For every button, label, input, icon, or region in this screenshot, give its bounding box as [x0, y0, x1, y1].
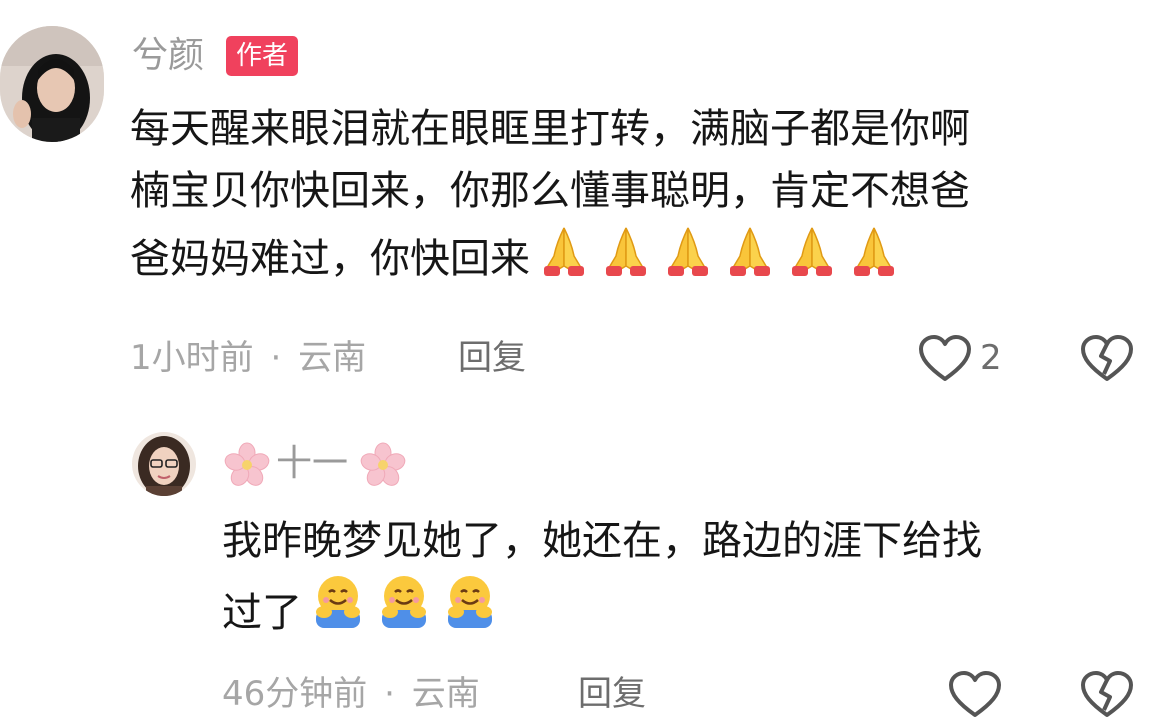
comment-text-line: 每天醒来眼泪就在眼眶里打转，满脑子都是你啊: [130, 106, 970, 152]
meta-separator: ·: [384, 674, 395, 714]
folded-hands-icon: [784, 222, 840, 296]
reply-reply-button[interactable]: 回复: [578, 672, 646, 716]
reply-text-line: 过了: [222, 572, 1142, 650]
reply-button[interactable]: 回复: [458, 336, 526, 380]
hugging-face-icon: [308, 572, 368, 650]
author-name[interactable]: 兮颜: [132, 32, 204, 80]
author-avatar[interactable]: [0, 26, 104, 142]
dislike-button[interactable]: [1080, 334, 1134, 388]
heart-outline-icon: [919, 335, 971, 381]
like-count: 2: [980, 338, 1002, 378]
comment-text-line: 楠宝贝你快回来，你那么懂事聪明，肯定不想爸: [130, 168, 970, 214]
hugging-face-icon: [440, 572, 500, 650]
comment-location: 云南: [298, 338, 367, 378]
reply-text: 我昨晚梦见她了，她还在，路边的涯下给找 过了: [222, 510, 1142, 650]
reply-meta: 46分钟前 · 云南: [222, 672, 480, 716]
reply-location: 云南: [411, 674, 480, 714]
reply-dislike-button[interactable]: [1080, 670, 1134, 724]
author-badge: 作者: [226, 36, 299, 76]
comment-meta: 1小时前 · 云南: [130, 336, 366, 380]
broken-heart-icon: [1081, 335, 1133, 381]
meta-separator: ·: [270, 338, 282, 378]
folded-hands-icon: [722, 222, 778, 296]
broken-heart-icon: [1081, 671, 1133, 717]
cherry-blossom-icon: [360, 442, 406, 486]
reply-author-avatar[interactable]: [132, 432, 196, 496]
hugging-face-icon: [374, 572, 434, 650]
reply-text-line: 我昨晚梦见她了，她还在，路边的涯下给找: [222, 518, 982, 564]
folded-hands-icon: [846, 222, 902, 296]
comment-time: 1小时前: [130, 338, 254, 378]
folded-hands-icon: [536, 222, 592, 296]
folded-hands-icon: [660, 222, 716, 296]
reply-author-label: 十一: [276, 443, 349, 484]
comment-text: 每天醒来眼泪就在眼眶里打转，满脑子都是你啊 楠宝贝你快回来，你那么懂事聪明，肯定…: [130, 98, 1140, 296]
comment-text-line: 爸妈妈难过，你快回来: [130, 222, 1140, 296]
reply-like-button[interactable]: [948, 670, 1002, 724]
reply-time: 46分钟前: [222, 674, 368, 714]
cherry-blossom-icon: [224, 442, 270, 486]
folded-hands-icon: [598, 222, 654, 296]
heart-outline-icon: [949, 671, 1001, 717]
like-button[interactable]: 2: [918, 334, 1018, 384]
